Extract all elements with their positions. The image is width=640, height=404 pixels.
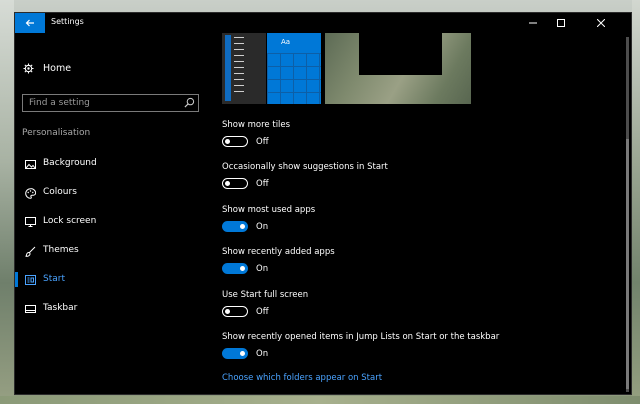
toggle-state: Off — [256, 307, 269, 317]
start-preview-image: Aa — [222, 33, 471, 104]
maximize-button[interactable] — [547, 13, 575, 33]
gear-icon — [23, 63, 34, 74]
setting-label: Show most used apps — [222, 205, 316, 215]
preview-app-list — [222, 33, 266, 104]
recently-added-apps-toggle[interactable] — [222, 263, 248, 274]
sidebar-item-themes[interactable]: Themes — [15, 236, 205, 265]
search-box — [22, 94, 199, 112]
close-icon — [597, 19, 605, 27]
sidebar-item-start[interactable]: Start — [15, 265, 205, 294]
sidebar-item-lock-screen[interactable]: Lock screen — [15, 207, 205, 236]
desktop-background-bottom — [0, 396, 640, 404]
image-icon — [24, 158, 36, 170]
jump-lists-toggle[interactable] — [222, 348, 248, 359]
choose-folders-link[interactable]: Choose which folders appear on Start — [222, 373, 382, 383]
window-title: Settings — [51, 17, 84, 26]
start-icon — [24, 274, 36, 286]
show-more-tiles-toggle[interactable] — [222, 136, 248, 147]
sidebar-nav: Background Colours Lock screen Themes St… — [15, 149, 205, 323]
sidebar: Home Personalisation Background Colours — [15, 33, 205, 394]
sidebar-item-taskbar[interactable]: Taskbar — [15, 294, 205, 323]
brush-icon — [24, 245, 36, 257]
sidebar-item-label: Colours — [43, 187, 77, 197]
setting-label: Show more tiles — [222, 120, 291, 130]
toggle-state: Off — [256, 137, 269, 147]
toggle-state: On — [256, 349, 269, 359]
toggle-state: On — [256, 222, 269, 232]
palette-icon — [24, 187, 36, 199]
home-label: Home — [43, 63, 72, 74]
settings-window: Settings Home Personalisation — [14, 12, 632, 395]
toggle-state: Off — [256, 179, 269, 189]
desktop-background — [0, 0, 14, 404]
title-bar: Settings — [15, 13, 631, 33]
home-link[interactable]: Home — [23, 63, 71, 74]
sidebar-item-label: Start — [43, 274, 65, 284]
preview-wallpaper — [325, 33, 471, 104]
back-button[interactable] — [15, 13, 45, 33]
preview-tile-text: Aa — [281, 38, 291, 46]
sidebar-item-background[interactable]: Background — [15, 149, 205, 178]
full-screen-toggle[interactable] — [222, 306, 248, 317]
most-used-apps-toggle[interactable] — [222, 221, 248, 232]
setting-label: Occasionally show suggestions in Start — [222, 162, 388, 172]
sidebar-item-colours[interactable]: Colours — [15, 178, 205, 207]
setting-label: Show recently opened items in Jump Lists… — [222, 332, 500, 342]
maximize-icon — [557, 19, 565, 27]
taskbar-icon — [24, 303, 36, 315]
setting-label: Use Start full screen — [222, 290, 309, 300]
sidebar-item-label: Taskbar — [43, 303, 78, 313]
desktop-background-right — [632, 0, 640, 404]
minimize-button[interactable] — [519, 13, 547, 33]
minimize-icon — [529, 22, 537, 24]
close-button[interactable] — [587, 13, 615, 33]
sidebar-item-label: Background — [43, 158, 97, 168]
sidebar-item-label: Themes — [43, 245, 79, 255]
scrollbar-thumb[interactable] — [626, 139, 629, 389]
toggle-state: On — [256, 264, 269, 274]
search-icon[interactable] — [184, 97, 195, 108]
monitor-icon — [24, 216, 36, 228]
sidebar-item-label: Lock screen — [43, 216, 97, 226]
suggestions-toggle[interactable] — [222, 178, 248, 189]
search-input[interactable] — [23, 95, 183, 111]
content-pane: Aa Show more tiles Off Occasionally show… — [222, 33, 617, 394]
preview-tiles: Aa — [267, 33, 321, 104]
section-label: Personalisation — [22, 128, 91, 138]
back-arrow-icon — [25, 19, 34, 27]
setting-label: Show recently added apps — [222, 247, 335, 257]
